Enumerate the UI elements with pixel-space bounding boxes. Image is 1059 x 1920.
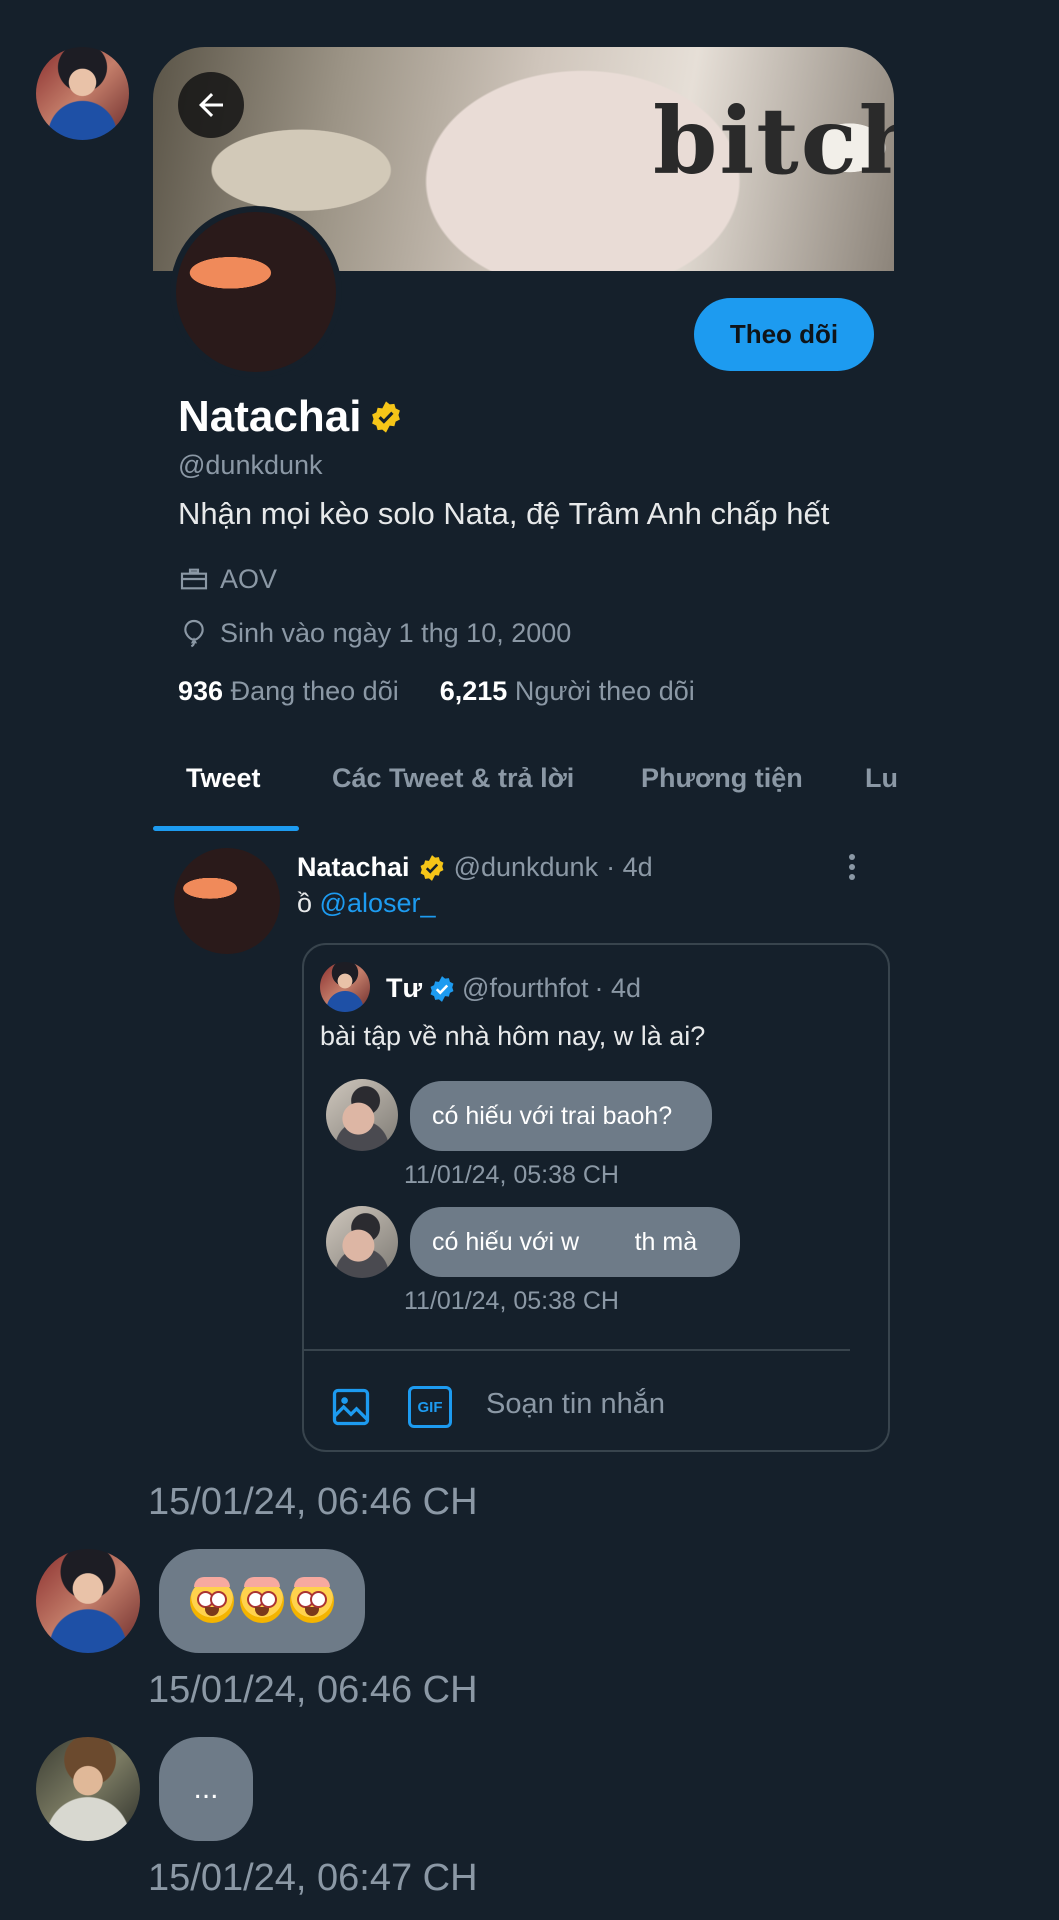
profile-category: AOV: [178, 563, 277, 595]
chat-bubble: [159, 1549, 365, 1653]
verified-gold-icon: [372, 401, 401, 433]
category-label: AOV: [220, 563, 278, 594]
active-tab-indicator: [153, 826, 299, 831]
tab-likes[interactable]: Lu: [865, 763, 898, 794]
birthday-label: Sinh vào ngày 1 thg 10, 2000: [220, 617, 572, 648]
followers-link[interactable]: 6,215 Người theo dõi: [440, 676, 695, 706]
quoted-author-avatar: [320, 962, 370, 1012]
quoted-author-handle: @fourthfot: [462, 973, 589, 1003]
tweet-age: · 4d: [606, 852, 653, 882]
profile-bio: Nhận mọi kèo solo Nata, đệ Trâm Anh chấp…: [178, 496, 830, 531]
tweet-author-avatar[interactable]: [174, 848, 280, 954]
quoted-tweet-card[interactable]: [302, 943, 890, 1452]
dm-bubble: có hiếu với w th mà: [410, 1207, 740, 1277]
verified-gold-icon: [420, 854, 443, 881]
mention-link[interactable]: @aloser_: [320, 888, 436, 918]
gif-icon: GIF: [417, 1398, 443, 1416]
dm-avatar: [326, 1079, 398, 1151]
tab-media[interactable]: Phương tiện: [641, 763, 803, 794]
dm-timestamp: 11/01/24, 05:38 CH: [404, 1287, 619, 1315]
tweet-header: Natachai @dunkdunk · 4d: [297, 852, 653, 883]
briefcase-icon: [180, 568, 208, 590]
chat-message: ...: [193, 1772, 219, 1805]
banner-text: bitch: [653, 87, 894, 195]
verified-blue-icon: [430, 975, 454, 1002]
gif-button[interactable]: GIF: [408, 1386, 452, 1428]
compose-input[interactable]: Soạn tin nhắn: [486, 1388, 665, 1421]
quoted-author-name: Tư: [386, 973, 423, 1003]
more-vertical-icon: [849, 854, 855, 880]
chat-timestamp: 15/01/24, 06:46 CH: [148, 1669, 478, 1711]
profile-name: Natachai: [178, 392, 403, 442]
tweet-author-handle[interactable]: @dunkdunk: [454, 852, 599, 883]
chat-avatar[interactable]: [36, 1549, 140, 1653]
flushed-face-icon: [190, 1577, 234, 1623]
dm-avatar: [326, 1206, 398, 1278]
chat-bubble: ...: [159, 1737, 253, 1841]
compose-divider: [304, 1349, 850, 1351]
quoted-age: · 4d: [594, 973, 642, 1003]
dm-bubble: có hiếu với trai baoh?: [410, 1081, 712, 1151]
tweet-author-name[interactable]: Natachai: [297, 852, 410, 883]
tab-tweets-replies[interactable]: Các Tweet & trả lời: [332, 763, 574, 794]
tweet-text: ồ @aloser_: [297, 888, 436, 918]
sender-avatar[interactable]: [36, 47, 129, 140]
following-link[interactable]: 936 Đang theo dõi: [178, 676, 399, 706]
flushed-face-icon: [240, 1577, 284, 1623]
profile-name-text: Natachai: [178, 392, 362, 441]
image-icon: [332, 1388, 370, 1426]
profile-avatar[interactable]: [170, 206, 342, 378]
quoted-text: bài tập về nhà hôm nay, w là ai?: [320, 1021, 706, 1051]
follow-button[interactable]: Theo dõi: [694, 298, 874, 371]
back-button[interactable]: [178, 72, 244, 138]
chat-timestamp: 15/01/24, 06:47 CH: [148, 1857, 478, 1899]
profile-birthday: Sinh vào ngày 1 thg 10, 2000: [178, 617, 571, 649]
balloon-icon: [184, 619, 204, 648]
chat-timestamp: 15/01/24, 06:46 CH: [148, 1481, 478, 1523]
chat-avatar[interactable]: [36, 1737, 140, 1841]
follow-counts: 936 Đang theo dõi 6,215 Người theo dõi: [178, 676, 695, 707]
image-button[interactable]: [329, 1385, 373, 1434]
tweet-more-button[interactable]: [840, 852, 864, 882]
profile-handle: @dunkdunk: [178, 450, 323, 480]
dm-timestamp: 11/01/24, 05:38 CH: [404, 1161, 619, 1189]
quoted-header: Tư @fourthfot · 4d: [386, 973, 641, 1004]
flushed-face-icon: [290, 1577, 334, 1623]
arrow-left-icon: [199, 93, 223, 117]
tab-tweets[interactable]: Tweet: [186, 763, 261, 794]
